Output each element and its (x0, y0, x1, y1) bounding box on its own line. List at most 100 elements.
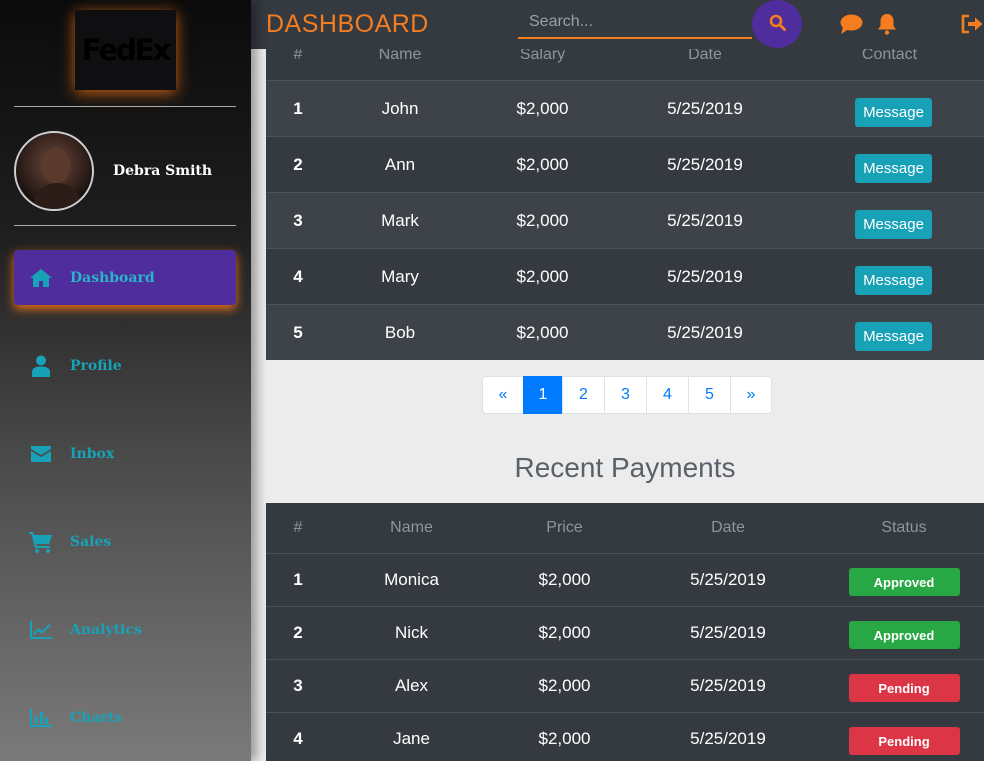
line-chart-icon (28, 619, 54, 641)
status-badge: Pending (848, 727, 960, 755)
table-row: 1 John $2,000 5/25/2019 Message (266, 80, 984, 136)
employee-date: 5/25/2019 (667, 98, 743, 118)
sidebar-item-label: Sales (70, 533, 112, 550)
search-box (518, 6, 752, 39)
sidebar: FedEx Debra Smith Dashboard Profile Inbo… (0, 0, 251, 761)
sidebar-item-label: Dashboard (70, 269, 155, 286)
pagination: « 1 2 3 4 5 » (482, 376, 772, 414)
employees-table: # Name Salary Date Contact 1 John $2,000… (266, 24, 984, 360)
row-number: 5 (293, 322, 303, 342)
payment-date: 5/25/2019 (690, 623, 766, 642)
brand-logo[interactable]: FedEx (75, 10, 176, 90)
message-button[interactable]: Message (855, 154, 932, 183)
employee-salary: $2,000 (516, 98, 569, 118)
employee-date: 5/25/2019 (667, 154, 743, 174)
employee-name: Bob (384, 322, 416, 342)
payment-date: 5/25/2019 (690, 570, 766, 589)
employee-name: John (381, 98, 419, 118)
column-header: # (293, 519, 303, 536)
home-icon (28, 267, 54, 289)
status-badge: Approved (848, 621, 960, 649)
page-link-3[interactable]: 3 (604, 376, 647, 414)
envelope-icon (28, 443, 54, 465)
message-button[interactable]: Message (855, 266, 932, 295)
payer-name: Alex (394, 676, 429, 695)
row-number: 3 (293, 676, 303, 695)
sidebar-item-profile[interactable]: Profile (14, 338, 236, 393)
search-button[interactable] (752, 0, 802, 48)
row-number: 3 (293, 210, 303, 230)
page-prev[interactable]: « (482, 376, 524, 414)
employee-date: 5/25/2019 (667, 322, 743, 342)
table-row: 4 Jane $2,000 5/25/2019 Pending (266, 712, 984, 761)
payer-name: Nick (394, 623, 429, 642)
column-header: Date (711, 519, 745, 536)
employee-date: 5/25/2019 (667, 210, 743, 230)
column-header: Status (881, 519, 927, 536)
logout-icon[interactable] (960, 12, 984, 36)
sidebar-item-dashboard[interactable]: Dashboard (14, 250, 236, 305)
page-link-2[interactable]: 2 (562, 376, 605, 414)
status-badge: Pending (848, 674, 960, 702)
employee-salary: $2,000 (516, 266, 569, 286)
table-header: # Name Price Date Status (266, 503, 984, 553)
page-link-4[interactable]: 4 (646, 376, 689, 414)
row-number: 1 (293, 570, 303, 589)
payment-price: $2,000 (538, 676, 591, 695)
employee-name: Mary (381, 266, 419, 286)
row-number: 2 (293, 623, 303, 642)
user-profile[interactable]: Debra Smith (14, 131, 212, 211)
page-next[interactable]: » (730, 376, 772, 414)
column-header: Name (390, 519, 433, 536)
message-button[interactable]: Message (855, 98, 932, 127)
sidebar-item-analytics[interactable]: Analytics (14, 602, 236, 657)
page-link-1[interactable]: 1 (523, 376, 563, 414)
table-row: 3 Mark $2,000 5/25/2019 Message (266, 192, 984, 248)
employee-date: 5/25/2019 (667, 266, 743, 286)
sidebar-item-label: Profile (70, 357, 122, 374)
row-number: 1 (293, 98, 303, 118)
page-link-5[interactable]: 5 (688, 376, 731, 414)
payment-date: 5/25/2019 (690, 676, 766, 695)
sidebar-divider (14, 225, 236, 226)
sidebar-item-sales[interactable]: Sales (14, 514, 236, 569)
status-badge: Approved (848, 568, 960, 596)
search-icon (769, 14, 786, 35)
sidebar-item-label: Analytics (70, 621, 142, 638)
sidebar-divider (14, 106, 236, 107)
cart-icon (28, 531, 54, 553)
bar-chart-icon (28, 707, 54, 729)
avatar[interactable] (14, 131, 94, 211)
payment-date: 5/25/2019 (690, 729, 766, 748)
employee-salary: $2,000 (516, 210, 569, 230)
payer-name: Jane (393, 729, 430, 748)
table-row: 4 Mary $2,000 5/25/2019 Message (266, 248, 984, 304)
row-number: 4 (293, 729, 303, 748)
sidebar-item-charts[interactable]: Charts (14, 690, 236, 745)
row-number: 4 (293, 266, 303, 286)
search-input[interactable] (518, 6, 752, 37)
user-name: Debra Smith (113, 163, 213, 179)
employee-salary: $2,000 (516, 322, 569, 342)
logo-text: FedEx (81, 33, 172, 67)
employee-name: Mark (381, 210, 419, 230)
message-button[interactable]: Message (855, 322, 932, 351)
employee-salary: $2,000 (516, 154, 569, 174)
payment-price: $2,000 (538, 729, 591, 748)
section-title: Recent Payments (514, 452, 736, 483)
table-row: 1 Monica $2,000 5/25/2019 Approved (266, 553, 984, 606)
sidebar-item-inbox[interactable]: Inbox (14, 426, 236, 481)
payment-price: $2,000 (538, 570, 591, 589)
chat-icon[interactable] (839, 12, 863, 36)
table-row: 3 Alex $2,000 5/25/2019 Pending (266, 659, 984, 712)
table-row: 5 Bob $2,000 5/25/2019 Message (266, 304, 984, 360)
column-header: Price (546, 519, 583, 536)
table-row: 2 Nick $2,000 5/25/2019 Approved (266, 606, 984, 659)
bell-icon[interactable] (875, 12, 899, 36)
payer-name: Monica (384, 570, 439, 589)
sidebar-item-label: Charts (70, 709, 123, 726)
top-header: DASHBOARD (251, 0, 984, 49)
row-number: 2 (293, 154, 303, 174)
employee-name: Ann (384, 154, 416, 174)
message-button[interactable]: Message (855, 210, 932, 239)
